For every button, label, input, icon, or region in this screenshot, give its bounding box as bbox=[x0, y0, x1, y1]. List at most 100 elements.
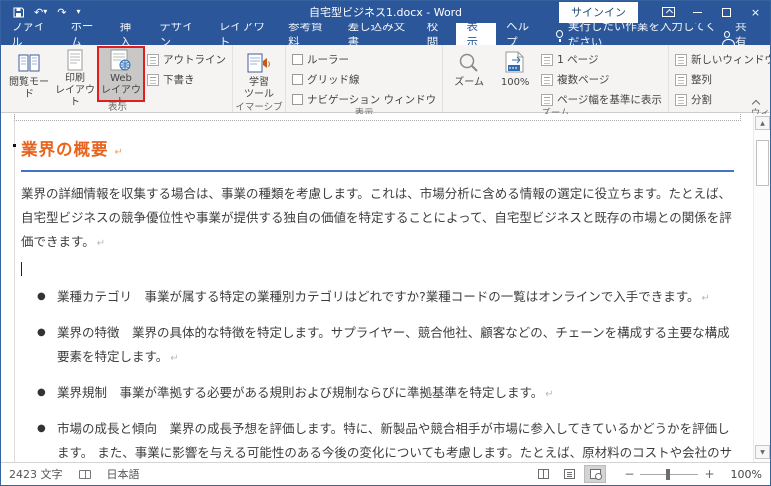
scrollbar-thumb[interactable] bbox=[756, 140, 769, 186]
redo-button[interactable]: ↷ bbox=[57, 7, 66, 18]
document-canvas[interactable]: 業界の概要 ↵ 業界の詳細情報を収集する場合は、事業の種類を考慮します。これは、… bbox=[1, 114, 770, 462]
print-layout-view-button[interactable] bbox=[558, 465, 580, 483]
maximize-icon bbox=[722, 7, 731, 17]
scroll-down-button[interactable]: ▼ bbox=[755, 445, 770, 459]
tab-view[interactable]: 表示 bbox=[456, 19, 497, 49]
word-count[interactable]: 2423 文字 bbox=[9, 466, 63, 482]
zoom-label: ズーム bbox=[454, 77, 484, 88]
undo-button[interactable]: ↶ ▾ bbox=[34, 7, 47, 18]
read-mode-view-button[interactable] bbox=[532, 465, 554, 483]
arrange-all-button[interactable]: 整列 bbox=[674, 72, 770, 87]
tab-review[interactable]: 校閲 bbox=[417, 19, 457, 49]
intro-paragraph[interactable]: 業界の詳細情報を収集する場合は、事業の種類を考慮します。これは、市場分析に含める… bbox=[21, 182, 734, 256]
bullet-icon: ● bbox=[37, 387, 46, 398]
bullet-item[interactable]: ● 業種カテゴリ 事業が属する特定の業種別カテゴリはどれですか?業種コードの一覧… bbox=[21, 285, 734, 311]
new-window-button[interactable]: 新しいウィンドウを開く bbox=[674, 52, 770, 67]
gridlines-checkbox[interactable]: グリッド線 bbox=[292, 72, 436, 87]
tab-mailings[interactable]: 差し込み文書 bbox=[338, 19, 417, 49]
zoom-out-button[interactable]: − bbox=[618, 467, 640, 481]
read-mode-button[interactable]: 閲覧モード bbox=[6, 47, 52, 101]
zoom-slider-track[interactable] bbox=[640, 468, 699, 480]
customize-qat-icon: ▾ bbox=[76, 7, 81, 16]
zoom-slider[interactable]: − + bbox=[618, 467, 720, 481]
minimize-button[interactable] bbox=[683, 1, 712, 23]
paragraph-mark-icon: ↵ bbox=[701, 293, 710, 304]
bullet-item[interactable]: ● 業界規制 事業が準拠する必要がある規則および規制ならびに準拠基準を特定します… bbox=[21, 381, 734, 407]
document-heading[interactable]: 業界の概要 bbox=[21, 140, 109, 159]
maximize-button[interactable] bbox=[712, 1, 741, 23]
multiple-pages-icon bbox=[541, 73, 554, 86]
bullet-item[interactable]: ● 業界の特徴 業界の具体的な特徴を特定します。サプライヤー、競合他社、顧客など… bbox=[21, 321, 734, 371]
language-status[interactable]: 日本語 bbox=[107, 466, 140, 482]
tab-design[interactable]: デザイン bbox=[149, 19, 208, 49]
sign-in-button[interactable]: サインイン bbox=[559, 1, 638, 23]
save-icon[interactable] bbox=[13, 7, 24, 18]
person-icon bbox=[721, 30, 736, 45]
read-mode-view-icon bbox=[537, 469, 549, 479]
bullet-icon: ● bbox=[37, 291, 46, 302]
navigation-pane-label: ナビゲーション ウィンドウ bbox=[307, 94, 437, 106]
navigation-pane-checkbox[interactable]: ナビゲーション ウィンドウ bbox=[292, 92, 436, 107]
learning-tools-button[interactable]: 学習 ツール bbox=[236, 47, 282, 101]
share-button[interactable]: 共有 bbox=[721, 19, 770, 49]
ruler-checkbox[interactable]: ルーラー bbox=[292, 52, 436, 67]
text-cursor bbox=[21, 262, 22, 276]
group-immersive: 学習 ツール イマーシブ bbox=[233, 45, 286, 113]
bullet-icon: ● bbox=[37, 327, 46, 338]
close-icon: × bbox=[750, 5, 761, 19]
tab-insert[interactable]: 挿入 bbox=[110, 19, 150, 49]
text-boundary-left bbox=[14, 114, 15, 462]
zoom-in-button[interactable]: + bbox=[698, 467, 720, 481]
multiple-pages-label: 複数ページ bbox=[557, 74, 610, 86]
zoom-button[interactable]: ズーム bbox=[446, 47, 492, 101]
draft-label: 下書き bbox=[163, 74, 195, 86]
web-layout-view-icon bbox=[589, 469, 602, 480]
zoom-100-button[interactable]: 100% bbox=[492, 47, 538, 101]
one-page-button[interactable]: 1 ページ bbox=[541, 52, 662, 67]
ribbon: 閲覧モード 印刷 レイアウト Web レイアウト アウトライン 下書き 表示 学… bbox=[1, 45, 770, 119]
tab-layout[interactable]: レイアウト bbox=[209, 19, 278, 49]
heading-row[interactable]: 業界の概要 ↵ bbox=[13, 136, 734, 160]
quick-access-toolbar: ↶ ▾ ↷ ▾ bbox=[1, 7, 80, 18]
checkbox-icon bbox=[292, 74, 303, 85]
draft-view-button[interactable]: 下書き bbox=[147, 72, 226, 87]
learning-tools-icon bbox=[247, 49, 271, 77]
immersive-group-label: イマーシブ bbox=[235, 102, 283, 113]
vertical-scrollbar[interactable]: ▲ ▼ bbox=[753, 114, 770, 462]
outline-view-button[interactable]: アウトライン bbox=[147, 52, 226, 67]
tab-help[interactable]: ヘルプ bbox=[496, 19, 546, 49]
customize-qat-button[interactable]: ▾ bbox=[76, 8, 80, 16]
tab-file[interactable]: ファイル bbox=[1, 19, 60, 49]
group-views: 閲覧モード 印刷 レイアウト Web レイアウト アウトライン 下書き 表示 bbox=[3, 45, 233, 113]
ribbon-display-options-button[interactable] bbox=[654, 1, 683, 23]
split-icon bbox=[674, 93, 687, 106]
page-width-button[interactable]: ページ幅を基準に表示 bbox=[541, 92, 662, 107]
zoom-slider-thumb[interactable] bbox=[666, 468, 671, 480]
web-layout-button[interactable]: Web レイアウト bbox=[97, 46, 145, 108]
close-button[interactable]: × bbox=[741, 1, 770, 23]
one-page-label: 1 ページ bbox=[557, 54, 599, 66]
undo-dropdown-icon: ▾ bbox=[43, 7, 48, 16]
scroll-up-button[interactable]: ▲ bbox=[755, 116, 770, 130]
bullet-item[interactable]: ● 市場の成長と傾向 業界の成長予想を評価します。特に、新製品や競合相手が市場に… bbox=[21, 417, 734, 462]
tell-me-search[interactable]: 実行したい作業を入力してください bbox=[555, 19, 724, 49]
collapse-ribbon-button[interactable] bbox=[753, 99, 760, 106]
tab-home[interactable]: ホーム bbox=[60, 19, 109, 49]
title-bar: ↶ ▾ ↷ ▾ 自宅型ビジネス1.docx - Word サインイン × bbox=[1, 1, 770, 23]
tab-references[interactable]: 参考資料 bbox=[278, 19, 337, 49]
bullet-icon: ● bbox=[37, 423, 46, 434]
multiple-pages-button[interactable]: 複数ページ bbox=[541, 72, 662, 87]
web-layout-view-button[interactable] bbox=[584, 465, 607, 483]
redo-icon: ↷ bbox=[57, 5, 67, 19]
zoom-percentage[interactable]: 100% bbox=[731, 468, 762, 481]
page-width-label: ページ幅を基準に表示 bbox=[557, 94, 662, 106]
proofing-status-button[interactable] bbox=[78, 469, 91, 479]
outline-icon bbox=[147, 53, 159, 66]
print-layout-icon bbox=[66, 49, 84, 73]
paragraph-mark-icon: ↵ bbox=[170, 353, 179, 364]
print-layout-button[interactable]: 印刷 レイアウト bbox=[52, 47, 98, 108]
new-window-icon bbox=[674, 53, 687, 66]
group-show: ルーラー グリッド線 ナビゲーション ウィンドウ 表示 bbox=[286, 45, 444, 119]
learning-tools-label: 学習 bbox=[249, 77, 269, 88]
ribbon-display-options-icon bbox=[662, 7, 675, 17]
